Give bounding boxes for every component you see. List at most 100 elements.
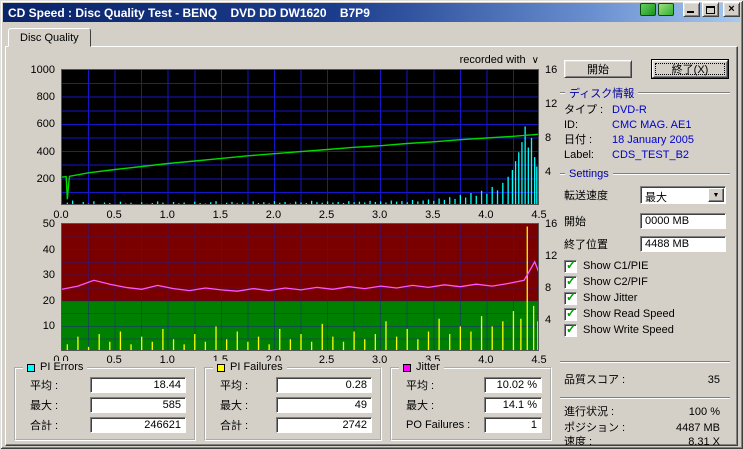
pi-failures-legend: PI Failures xyxy=(213,361,287,374)
position-row: ポジション : 4487 MB xyxy=(564,421,730,435)
stat-row: 合計 :246621 xyxy=(30,417,186,433)
disc-type-row: タイプ : DVD-R xyxy=(564,103,730,117)
check-icon: ✓ xyxy=(566,306,576,320)
x-axis-tick-label: 1.0 xyxy=(160,354,175,366)
x-axis-tick-label: 0.5 xyxy=(106,354,121,366)
checkbox-row-show-read-speed[interactable]: ✓ Show Read Speed xyxy=(564,307,675,321)
chart1-x-axis: 0.00.51.01.52.02.53.03.54.04.5 xyxy=(61,209,539,222)
dropdown-button[interactable]: ▼ xyxy=(708,188,724,202)
y-axis-tick-label: 50 xyxy=(43,218,55,230)
dropdown-arrow-icon: ▼ xyxy=(709,189,723,203)
right-panel: 開始 終了(X) ディスク情報 タイプ : DVD-R ID: CMC MAG.… xyxy=(556,47,734,445)
pi-errors-color-swatch xyxy=(27,364,35,372)
stat-row: 平均 :18.44 xyxy=(30,377,186,393)
tab-strip: Disc Quality xyxy=(8,28,91,47)
x-axis-tick-label: 0.0 xyxy=(53,209,68,221)
checkbox-label: Show Write Speed xyxy=(583,324,674,336)
checkbox[interactable]: ✓ xyxy=(564,324,577,337)
disc-date-label: 日付 : xyxy=(564,133,592,147)
titlebar[interactable]: CD Speed : Disc Quality Test - BENQ DVD … xyxy=(3,3,740,22)
maximize-icon xyxy=(706,6,715,14)
pi-failures-color-swatch xyxy=(217,364,225,372)
start-button[interactable]: 開始 xyxy=(564,60,632,78)
y-axis-tick-label: 200 xyxy=(37,173,55,185)
pi-errors-group-title: PI Errors xyxy=(40,361,83,374)
x-axis-tick-label: 4.0 xyxy=(478,354,493,366)
check-icon: ✓ xyxy=(566,258,576,272)
jitter-group-title: Jitter xyxy=(416,361,440,374)
stat-row: 合計 : 2742 xyxy=(220,417,372,433)
checkbox-label: Show C1/PIE xyxy=(583,260,648,272)
stat-row: 最大 :585 xyxy=(30,397,186,413)
stat-value: 10.02 % xyxy=(484,377,542,393)
quality-score-value: 35 xyxy=(708,373,720,387)
y-axis-tick-label: 400 xyxy=(37,146,55,158)
recorded-with-text: recorded with xyxy=(460,54,526,66)
disc-quality-page: recorded with∨ 1000800600400200 161284 0… xyxy=(5,46,738,446)
transfer-speed-select[interactable]: 最大 ▼ xyxy=(640,186,726,204)
checkbox-label: Show Read Speed xyxy=(583,308,675,320)
stat-label: 合計 : xyxy=(30,417,58,433)
x-axis-tick-label: 2.5 xyxy=(319,354,334,366)
position-label: ポジション : xyxy=(564,421,625,435)
stat-label: 最大 : xyxy=(406,397,434,413)
chevron-down-icon: ∨ xyxy=(532,55,539,66)
disc-info-title: ディスク情報 xyxy=(569,85,634,101)
checkbox[interactable]: ✓ xyxy=(564,260,577,273)
disc-label-value: CDS_TEST_B2 xyxy=(612,148,689,162)
speed-row: 速度 : 8.31 X xyxy=(564,435,730,446)
x-axis-tick-label: 0.5 xyxy=(106,209,121,221)
minimize-button[interactable] xyxy=(683,2,700,17)
checkbox-row-show-c2-pif[interactable]: ✓Show C2/PIF xyxy=(564,275,648,289)
stat-row: 平均 :0.28 xyxy=(220,377,372,393)
stat-label: 平均 : xyxy=(30,377,58,393)
y-axis-tick-label: 8 xyxy=(545,282,551,294)
disc-date-row: 日付 : 18 January 2005 xyxy=(564,133,730,147)
disc-label-label: Label: xyxy=(564,148,594,162)
pi-errors-read-speed-chart xyxy=(61,69,539,205)
close-button[interactable]: × xyxy=(723,2,740,17)
y-axis-tick-label: 4 xyxy=(545,166,551,178)
stat-row: 最大 :49 xyxy=(220,397,372,413)
exit-button[interactable]: 終了(X) xyxy=(652,60,728,78)
transfer-speed-label: 転送速度 xyxy=(564,189,608,203)
stat-label: 合計 : xyxy=(220,417,248,433)
disc-type-value: DVD-R xyxy=(612,103,647,117)
chart1-left-axis: 1000800600400200 xyxy=(14,70,58,206)
divider xyxy=(560,92,565,94)
checkbox[interactable]: ✓ xyxy=(564,276,577,289)
pi-errors-legend: PI Errors xyxy=(23,361,87,374)
checkbox-row-show-write-speed[interactable]: ✓ Show Write Speed xyxy=(564,323,674,337)
jitter-legend: Jitter xyxy=(399,361,444,374)
disc-id-label: ID: xyxy=(564,118,578,132)
stat-value: 0.28 xyxy=(276,377,372,393)
tab-disc-quality[interactable]: Disc Quality xyxy=(8,28,91,47)
y-axis-tick-label: 8 xyxy=(545,132,551,144)
maximize-button[interactable] xyxy=(702,2,719,17)
stat-value: 1 xyxy=(484,417,542,433)
window-title: CD Speed : Disc Quality Test - BENQ DVD … xyxy=(8,6,370,20)
quality-score-row: 品質スコア : 35 xyxy=(564,373,730,387)
stat-row: PO Failures :1 xyxy=(406,417,542,433)
checkbox[interactable]: ✓ xyxy=(564,308,577,321)
disc-date-value: 18 January 2005 xyxy=(612,133,694,147)
y-axis-tick-label: 4 xyxy=(545,314,551,326)
disc-id-value: CMC MAG. AE1 xyxy=(612,118,691,132)
chart2-left-axis: 5040302010 xyxy=(14,224,58,352)
disc-green-icon-1[interactable] xyxy=(640,3,656,16)
start-position-field[interactable]: 0000 MB xyxy=(640,213,726,229)
pi-failures-group-title: PI Failures xyxy=(230,361,283,374)
settings-title: Settings xyxy=(569,168,609,180)
pi-failures-group: PI Failures 平均 :0.28 最大 :49 合計 :2742 xyxy=(204,367,382,441)
checkbox-row-show-jitter[interactable]: ✓Show Jitter xyxy=(564,291,637,305)
end-position-field[interactable]: 4488 MB xyxy=(640,236,726,252)
stat-value: 14.1 % xyxy=(484,397,542,413)
checkbox[interactable]: ✓ xyxy=(564,292,577,305)
cd-speed-window: CD Speed : Disc Quality Test - BENQ DVD … xyxy=(0,0,743,449)
x-axis-tick-label: 2.5 xyxy=(319,209,334,221)
pi-errors-group: PI Errors 平均 :18.44 最大 :585 合計 :246621 xyxy=(14,367,196,441)
disc-green-icon-2[interactable] xyxy=(658,3,674,16)
stat-value: 2742 xyxy=(276,417,372,433)
checkbox-row-show-c1-pie[interactable]: ✓ Show C1/PIE xyxy=(564,259,648,273)
divider xyxy=(560,397,730,399)
